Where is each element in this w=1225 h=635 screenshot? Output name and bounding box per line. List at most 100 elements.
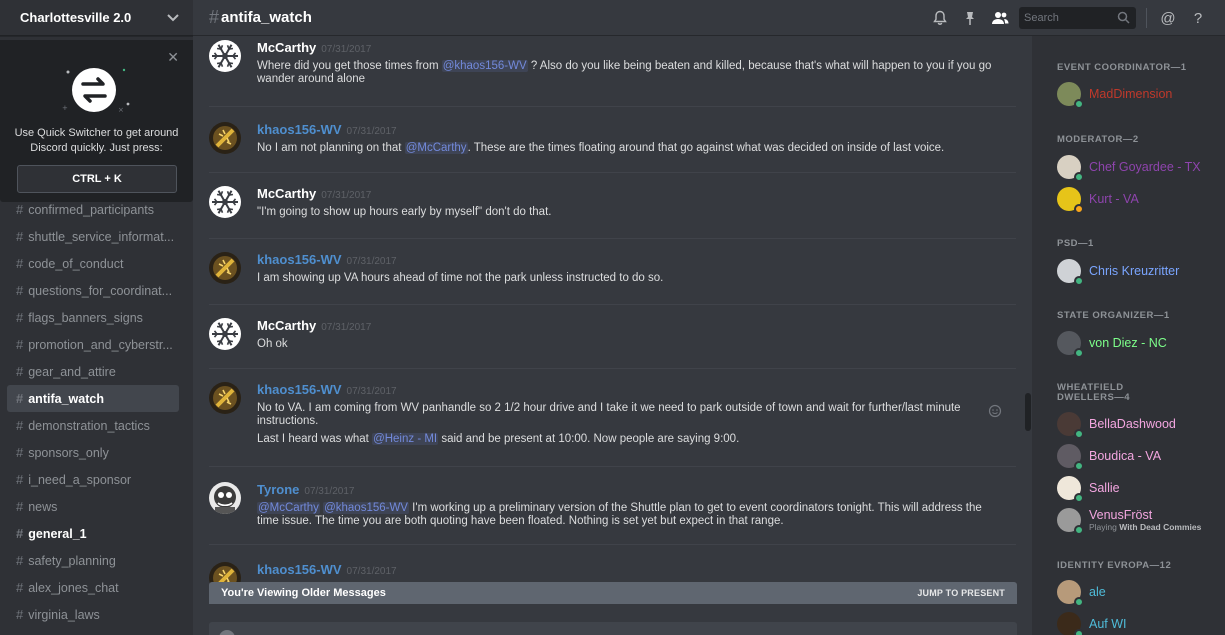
search-input[interactable]: Search bbox=[1019, 7, 1136, 29]
member-role-header: MODERATOR—2 bbox=[1057, 134, 1139, 145]
scrollbar-thumb[interactable] bbox=[1025, 393, 1031, 431]
message-header: McCarthy 07/31/2017 bbox=[257, 318, 371, 333]
snowflake-avatar[interactable] bbox=[209, 186, 241, 218]
channel-item[interactable]: # virginia_laws bbox=[7, 601, 179, 628]
channel-item[interactable]: # gear_and_attire bbox=[7, 358, 179, 385]
user-mention[interactable]: @khaos156-WV bbox=[323, 502, 409, 514]
channel-item[interactable]: # code_of_conduct bbox=[7, 250, 179, 277]
channel-item[interactable]: # safety_planning bbox=[7, 547, 179, 574]
quick-switcher-shortcut: CTRL + K bbox=[17, 165, 177, 193]
can-avatar bbox=[1057, 155, 1084, 182]
message-body: "I'm going to show up hours early by mys… bbox=[257, 206, 997, 219]
members-icon[interactable] bbox=[985, 0, 1015, 36]
chevron-down-icon[interactable] bbox=[167, 11, 179, 25]
message-body: Where did you get those times from @khao… bbox=[257, 60, 997, 86]
member-item[interactable]: Sallie bbox=[1057, 474, 1222, 503]
message-paragraph: Last I heard was what @Heinz - MI said a… bbox=[257, 433, 997, 446]
member-item[interactable]: VenusFröst Playing With Dead Commies bbox=[1057, 506, 1222, 535]
message-author[interactable]: McCarthy bbox=[257, 318, 316, 333]
member-item[interactable]: MadDimension bbox=[1057, 80, 1222, 109]
member-item[interactable]: Auf WI bbox=[1057, 610, 1222, 635]
channel-item-label: questions_for_coordinat... bbox=[28, 283, 173, 298]
channel-item[interactable]: # alex_jones_chat bbox=[7, 574, 179, 601]
quick-switcher-popup: ✕ + × Use Quick Switcher to get around D… bbox=[0, 40, 193, 202]
channel-item[interactable]: # flags_banners_signs bbox=[7, 304, 179, 331]
gold-emblem-avatar[interactable] bbox=[209, 122, 241, 154]
message-author[interactable]: khaos156-WV bbox=[257, 562, 342, 577]
channel-item[interactable]: # general_1 bbox=[7, 520, 179, 547]
message-text: . These are the times floating around th… bbox=[467, 142, 945, 154]
message: McCarthy 07/31/2017 Where did you get thos… bbox=[209, 40, 1016, 100]
channel-item-label: code_of_conduct bbox=[28, 256, 124, 271]
member-item[interactable]: Boudica - VA bbox=[1057, 442, 1222, 471]
message-author[interactable]: McCarthy bbox=[257, 186, 316, 201]
user-mention[interactable]: @khaos156-WV bbox=[441, 60, 528, 72]
snowflake-avatar[interactable] bbox=[209, 318, 241, 350]
gold-emblem-avatar[interactable] bbox=[209, 252, 241, 284]
upload-icon[interactable] bbox=[219, 630, 235, 635]
helmet-avatar bbox=[1057, 259, 1084, 286]
channel-item-label: safety_planning bbox=[28, 553, 116, 568]
close-icon[interactable]: ✕ bbox=[167, 49, 179, 66]
status-indicator bbox=[1074, 172, 1084, 182]
pin-icon[interactable] bbox=[955, 0, 985, 36]
jump-to-present-button[interactable]: JUMP TO PRESENT bbox=[917, 588, 1005, 598]
channel-item[interactable]: # shuttle_service_informat... bbox=[7, 223, 179, 250]
member-item[interactable]: Kurt - VA bbox=[1057, 185, 1222, 214]
message-author[interactable]: khaos156-WV bbox=[257, 252, 342, 267]
landscape-avatar bbox=[1057, 82, 1084, 109]
user-mention[interactable]: @McCarthy bbox=[404, 142, 468, 154]
message-divider bbox=[209, 466, 1016, 467]
quick-switcher-text: Use Quick Switcher to get around Discord… bbox=[14, 127, 179, 154]
hash-icon: # bbox=[16, 283, 24, 298]
member-item[interactable]: von Diez - NC bbox=[1057, 329, 1222, 358]
bell-icon[interactable] bbox=[925, 0, 955, 36]
channel-item[interactable]: # promotion_and_cyberstr... bbox=[7, 331, 179, 358]
member-item[interactable]: ale bbox=[1057, 578, 1222, 607]
channel-title: # antifa_watch bbox=[193, 7, 312, 28]
member-name: Boudica - VA bbox=[1089, 449, 1162, 463]
channel-list: # confirmed_participants # shuttle_service_… bbox=[0, 196, 193, 628]
channel-item[interactable]: # antifa_watch bbox=[7, 385, 179, 412]
message-body: I am showing up VA hours ahead of time n… bbox=[257, 272, 997, 285]
message-scrollbar[interactable] bbox=[1024, 36, 1032, 635]
channel-item[interactable]: # news bbox=[7, 493, 179, 520]
message-composer[interactable] bbox=[209, 622, 1017, 635]
message-divider bbox=[209, 544, 1016, 545]
add-reaction-icon[interactable] bbox=[988, 404, 1002, 421]
yellow-face-avatar bbox=[1057, 187, 1084, 214]
hash-icon: # bbox=[16, 418, 24, 433]
message: khaos156-WV 07/31/2017 No to VA. I am comi… bbox=[209, 382, 1016, 445]
message-author[interactable]: khaos156-WV bbox=[257, 122, 342, 137]
server-header[interactable]: Charlottesville 2.0 bbox=[0, 0, 193, 36]
member-list: EVENT COORDINATOR—1 MadDimension MODERATOR… bbox=[1032, 36, 1225, 635]
message-author[interactable]: McCarthy bbox=[257, 40, 316, 55]
member-item[interactable]: BellaDashwood bbox=[1057, 410, 1222, 439]
server-name: Charlottesville 2.0 bbox=[20, 10, 132, 25]
channel-item[interactable]: # i_need_a_sponsor bbox=[7, 466, 179, 493]
status-indicator bbox=[1074, 429, 1084, 439]
message-header: khaos156-WV 07/31/2017 bbox=[257, 562, 397, 577]
message-header: Tyrone 07/31/2017 bbox=[257, 482, 354, 497]
message-author[interactable]: khaos156-WV bbox=[257, 382, 342, 397]
help-icon[interactable]: ? bbox=[1183, 0, 1213, 36]
gold-emblem-avatar[interactable] bbox=[209, 382, 241, 414]
message-author[interactable]: Tyrone bbox=[257, 482, 299, 497]
hash-icon: # bbox=[16, 607, 24, 622]
channel-item[interactable]: # demonstration_tactics bbox=[7, 412, 179, 439]
channel-item[interactable]: # sponsors_only bbox=[7, 439, 179, 466]
message-text: Oh ok bbox=[257, 338, 288, 350]
member-item[interactable]: Chris Kreuzritter bbox=[1057, 257, 1222, 286]
user-mention[interactable]: @McCarthy bbox=[257, 502, 320, 514]
user-mention[interactable]: @Heinz - MI bbox=[372, 433, 439, 445]
channel-item[interactable]: # questions_for_coordinat... bbox=[7, 277, 179, 304]
member-item[interactable]: Chef Goyardee - TX bbox=[1057, 153, 1222, 182]
message: McCarthy 07/31/2017 Oh ok bbox=[209, 318, 1016, 378]
member-activity: Playing With Dead Commies bbox=[1089, 522, 1201, 532]
pepe-avatar[interactable] bbox=[209, 482, 241, 514]
hash-icon: # bbox=[16, 310, 24, 325]
mentions-icon[interactable]: @ bbox=[1153, 0, 1183, 36]
member-name: MadDimension bbox=[1089, 87, 1173, 101]
hash-icon: # bbox=[16, 445, 24, 460]
snowflake-avatar[interactable] bbox=[209, 40, 241, 72]
